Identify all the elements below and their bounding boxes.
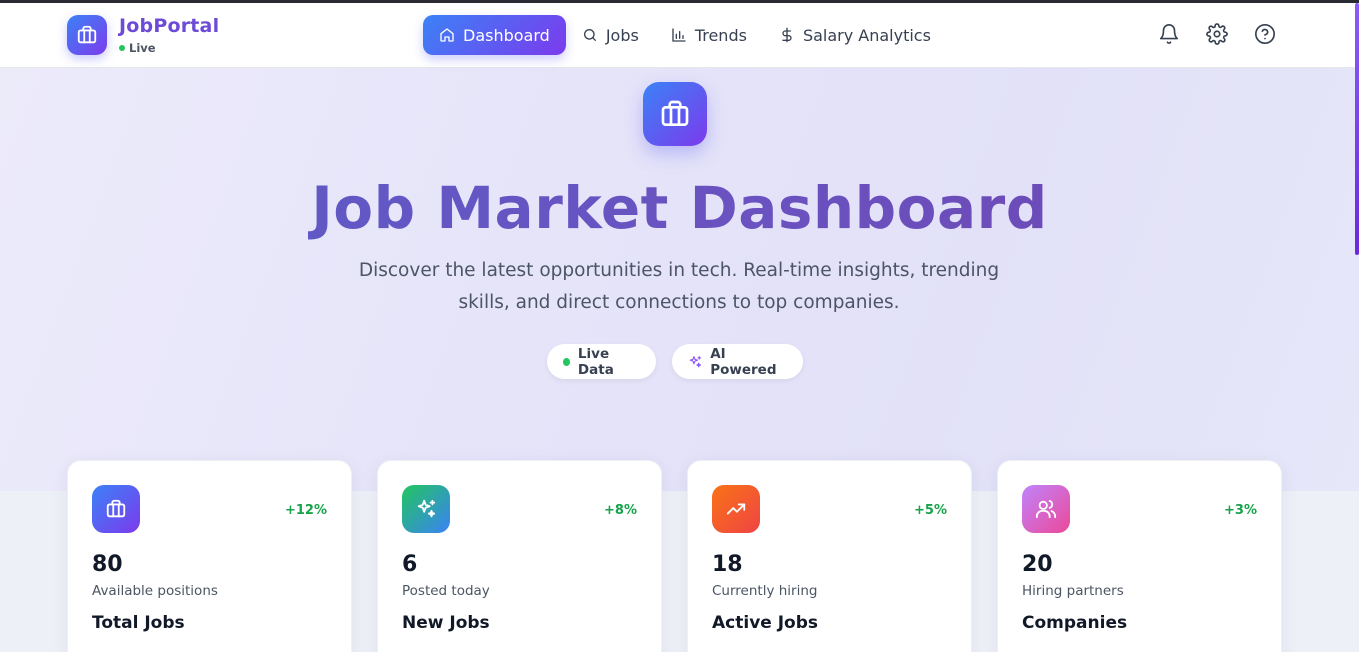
badge-label: Live Data bbox=[577, 345, 614, 378]
brand-name[interactable]: JobPortal bbox=[119, 15, 219, 37]
main-nav: Dashboard Jobs Trends Salary Analytics bbox=[423, 15, 947, 55]
stat-icon-tile bbox=[1022, 485, 1070, 533]
stat-value: 80 bbox=[92, 552, 123, 577]
nav-item-dashboard[interactable]: Dashboard bbox=[423, 15, 566, 55]
trending-up-icon bbox=[726, 503, 746, 515]
nav-item-label: Salary Analytics bbox=[802, 25, 931, 45]
nav-item-label: Trends bbox=[694, 25, 747, 45]
stat-icon-tile bbox=[712, 485, 760, 533]
sparkles-icon bbox=[417, 499, 436, 518]
sparkles-icon bbox=[689, 355, 702, 367]
stat-delta: +12% bbox=[284, 503, 327, 518]
settings-button[interactable] bbox=[1206, 23, 1228, 49]
dollar-icon bbox=[782, 27, 792, 43]
briefcase-icon bbox=[77, 25, 97, 44]
stat-card-companies[interactable]: +3% 20 Hiring partners Companies bbox=[997, 460, 1282, 652]
stat-title: New Jobs bbox=[402, 613, 490, 633]
nav-item-label: Jobs bbox=[605, 25, 639, 45]
bell-icon bbox=[1159, 24, 1179, 45]
stat-label: Hiring partners bbox=[1022, 583, 1124, 599]
brand-status-label: Live bbox=[129, 41, 156, 55]
stat-delta: +8% bbox=[604, 503, 637, 518]
page-title: Job Market Dashboard bbox=[0, 174, 1359, 242]
hero-logo bbox=[643, 82, 707, 146]
stat-value: 6 bbox=[402, 552, 418, 577]
page-subtitle: Discover the latest opportunities in tec… bbox=[358, 260, 1000, 313]
nav-item-trends[interactable]: Trends bbox=[655, 15, 763, 55]
stat-label: Currently hiring bbox=[712, 583, 818, 599]
hero-section: Job Market Dashboard Discover the latest… bbox=[0, 68, 1359, 491]
nav-item-salary-analytics[interactable]: Salary Analytics bbox=[763, 15, 947, 55]
notifications-button[interactable] bbox=[1158, 23, 1180, 49]
home-icon bbox=[440, 28, 454, 42]
stat-label: Posted today bbox=[402, 583, 490, 599]
help-icon bbox=[1255, 24, 1275, 44]
stat-delta: +3% bbox=[1224, 503, 1257, 518]
briefcase-icon bbox=[661, 100, 689, 126]
search-icon bbox=[583, 29, 596, 41]
stat-value: 20 bbox=[1022, 552, 1053, 577]
stat-value: 18 bbox=[712, 552, 743, 577]
brand-status: Live bbox=[119, 41, 156, 55]
briefcase-icon bbox=[106, 499, 126, 518]
badge-label: AI Powered bbox=[710, 345, 777, 378]
gear-icon bbox=[1206, 23, 1228, 45]
top-navbar: JobPortal Live Dashboard Jobs Trends Sal… bbox=[0, 3, 1359, 68]
stat-icon-tile bbox=[402, 485, 450, 533]
stat-title: Active Jobs bbox=[712, 613, 819, 633]
users-icon bbox=[1035, 500, 1057, 519]
nav-item-label: Dashboard bbox=[463, 25, 550, 45]
stat-delta: +5% bbox=[914, 503, 947, 518]
stat-icon-tile bbox=[92, 485, 140, 533]
window-top-border bbox=[0, 0, 1359, 3]
stat-title: Total Jobs bbox=[92, 613, 185, 633]
bar-chart-icon bbox=[672, 28, 686, 42]
ai-powered-badge: AI Powered bbox=[672, 344, 803, 379]
live-status-dot bbox=[119, 45, 125, 51]
stat-label: Available positions bbox=[92, 583, 218, 599]
live-dot-icon bbox=[563, 357, 570, 366]
stat-card-new-jobs[interactable]: +8% 6 Posted today New Jobs bbox=[377, 460, 662, 652]
scrollbar-thumb[interactable] bbox=[1355, 3, 1359, 255]
brand-logo[interactable] bbox=[67, 15, 107, 55]
help-button[interactable] bbox=[1254, 23, 1276, 49]
live-data-badge: Live Data bbox=[547, 344, 656, 379]
stat-title: Companies bbox=[1022, 613, 1128, 633]
stat-card-total-jobs[interactable]: +12% 80 Available positions Total Jobs bbox=[67, 460, 352, 652]
stat-card-active-jobs[interactable]: +5% 18 Currently hiring Active Jobs bbox=[687, 460, 972, 652]
nav-item-jobs[interactable]: Jobs bbox=[566, 15, 655, 55]
